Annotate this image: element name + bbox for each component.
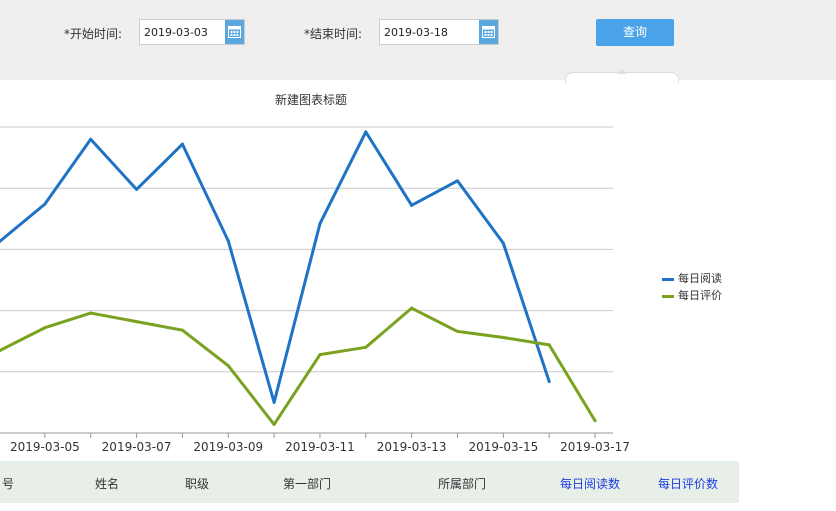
data-point <box>410 306 414 310</box>
end-calendar-icon[interactable] <box>479 20 498 44</box>
end-date-label: *结束时间: <box>304 27 363 41</box>
column-header-first-dept[interactable]: 第一部门 <box>283 475 331 492</box>
data-point <box>89 311 93 315</box>
legend-swatch-reads <box>662 277 674 281</box>
x-tick-label: 2019-03-15 <box>468 440 538 454</box>
chart-title: 新建图表标题 <box>275 92 347 107</box>
data-point <box>364 130 368 134</box>
column-header-id[interactable]: 号 <box>2 475 14 492</box>
data-point <box>501 336 505 340</box>
column-header-dept[interactable]: 所属部门 <box>438 475 486 492</box>
data-point <box>43 326 47 330</box>
legend-item-reviews[interactable]: 每日评价 <box>662 287 722 303</box>
data-point <box>135 187 139 191</box>
filter-bar: *开始时间: 2019-03-03 *结束时间: 2019-03-18 查询 <box>0 0 836 80</box>
data-point <box>318 353 322 357</box>
start-date-value: 2019-03-03 <box>144 26 208 39</box>
data-point <box>593 419 597 423</box>
column-header-name[interactable]: 姓名 <box>95 475 119 492</box>
data-point <box>89 137 93 141</box>
chart-series <box>0 130 597 426</box>
x-tick-label: 2019-03-07 <box>102 440 172 454</box>
end-date-input[interactable]: 2019-03-18 <box>379 19 499 45</box>
data-point <box>180 328 184 332</box>
data-point <box>410 203 414 207</box>
data-point <box>180 142 184 146</box>
series-line-reads <box>0 130 551 404</box>
data-point <box>501 241 505 245</box>
query-button[interactable]: 查询 <box>596 19 674 46</box>
data-point <box>364 345 368 349</box>
start-date-label: *开始时间: <box>64 27 123 41</box>
column-header-rank[interactable]: 职级 <box>185 475 209 492</box>
legend-swatch-reviews <box>662 294 674 298</box>
data-point <box>272 400 276 404</box>
column-header-daily-reads[interactable]: 每日阅读数 <box>560 475 620 492</box>
end-date-value: 2019-03-18 <box>384 26 448 39</box>
data-point <box>226 239 230 243</box>
data-point <box>456 329 459 333</box>
x-tick-label: 2019-03-09 <box>193 440 263 454</box>
line-chart: 新建图表标题 2019-03-05 2019-03-07 2019-03-09 201… <box>0 92 630 454</box>
data-point <box>226 364 230 368</box>
start-date-input[interactable]: 2019-03-03 <box>139 19 245 45</box>
x-tick-label: 2019-03-13 <box>377 440 447 454</box>
x-tick-label: 2019-03-05 <box>10 440 80 454</box>
data-point <box>456 179 459 183</box>
x-tick-label: 2019-03-11 <box>285 440 355 454</box>
table-header-row: 号 姓名 职级 第一部门 所属部门 每日阅读数 每日评价数 <box>0 461 739 503</box>
legend-item-reads[interactable]: 每日阅读 <box>662 270 722 286</box>
legend-label-reads: 每日阅读 <box>678 272 722 285</box>
x-tick-label: 2019-03-17 <box>560 440 630 454</box>
legend-label-reviews: 每日评价 <box>678 289 722 302</box>
data-point <box>272 422 276 426</box>
tooltip-arrow <box>617 69 627 74</box>
start-calendar-icon[interactable] <box>225 20 244 44</box>
data-point <box>135 320 139 324</box>
series-line-reviews <box>0 306 597 426</box>
data-point <box>43 202 47 206</box>
column-header-daily-reviews[interactable]: 每日评价数 <box>658 475 718 492</box>
data-point <box>547 380 551 384</box>
x-axis-ticks: 2019-03-05 2019-03-07 2019-03-09 2019-03-11… <box>10 433 630 454</box>
data-point <box>318 222 322 226</box>
data-point <box>547 343 551 347</box>
